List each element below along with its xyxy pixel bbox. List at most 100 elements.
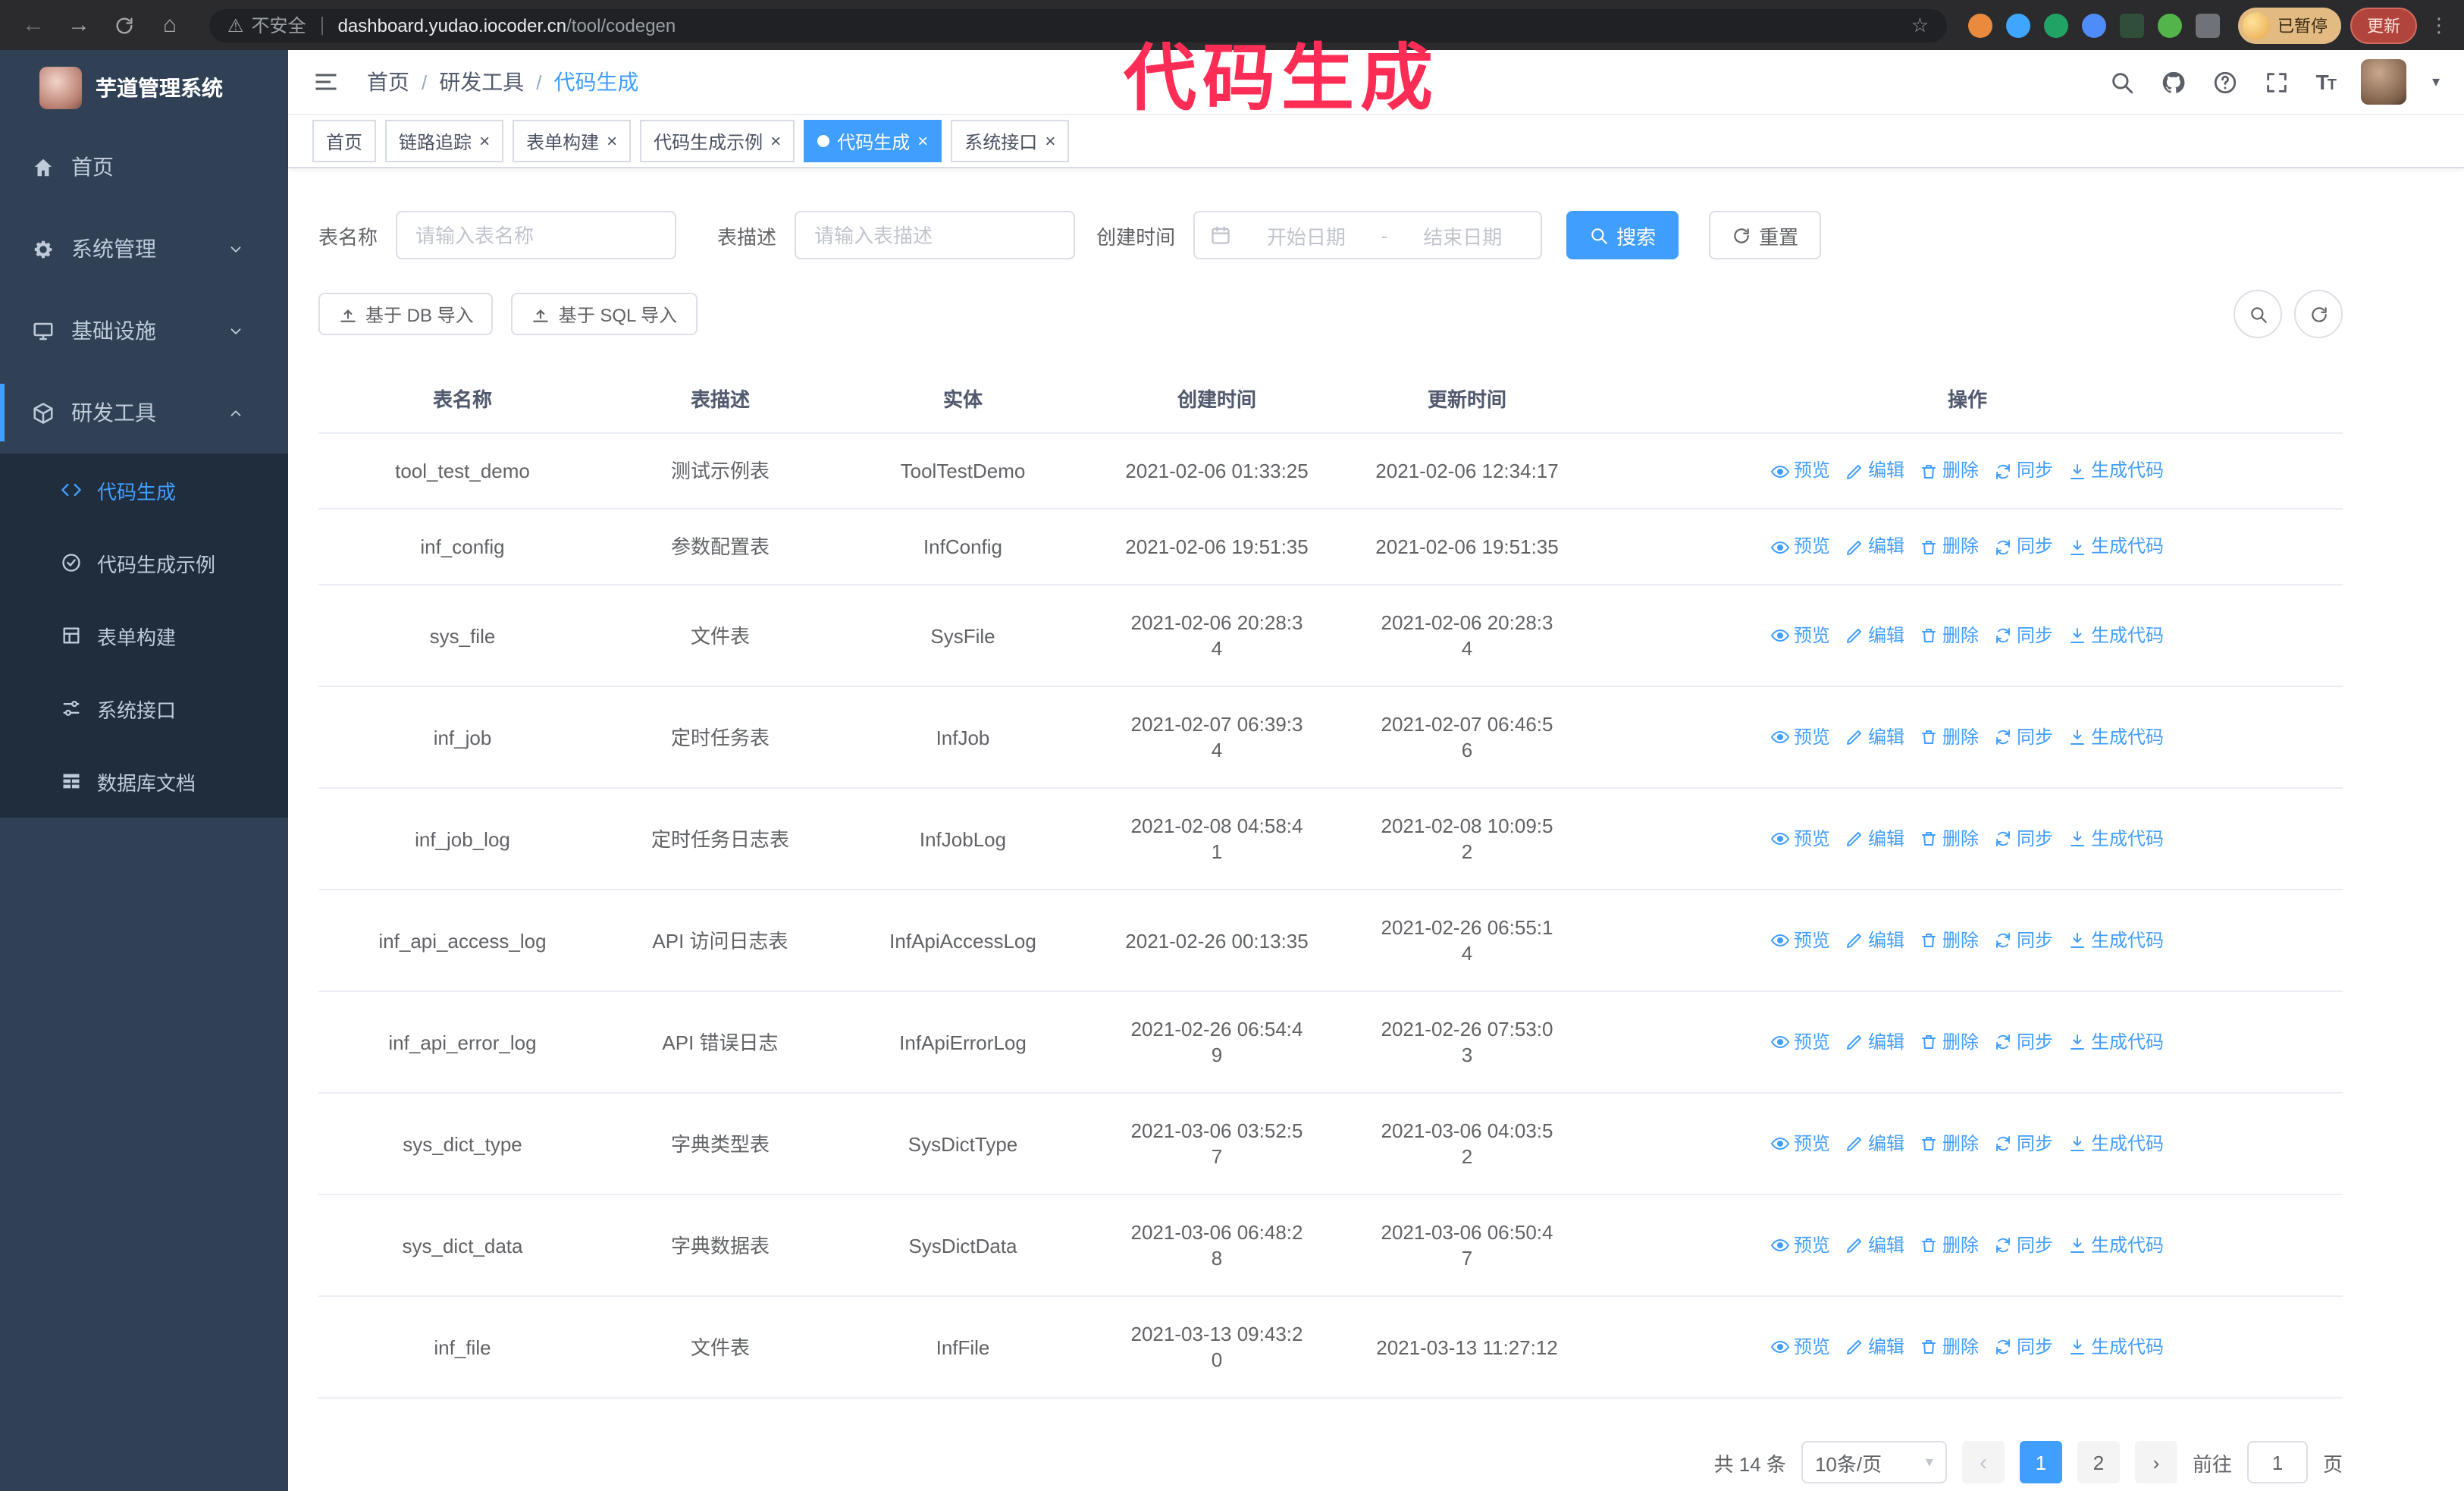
- puzzle-extensions-icon[interactable]: [2196, 13, 2220, 37]
- preview-link[interactable]: 预览: [1770, 1029, 1830, 1055]
- breadcrumb-dev-tools[interactable]: 研发工具: [439, 67, 524, 97]
- edit-link[interactable]: 编辑: [1845, 1029, 1904, 1055]
- toggle-search-button[interactable]: [2234, 290, 2282, 338]
- delete-link[interactable]: 删除: [1920, 1232, 1979, 1258]
- extension-icon-6[interactable]: [2158, 13, 2182, 37]
- extension-icon-2[interactable]: [2006, 13, 2030, 37]
- edit-link[interactable]: 编辑: [1845, 534, 1904, 560]
- preview-link[interactable]: 预览: [1770, 623, 1830, 648]
- preview-link[interactable]: 预览: [1770, 458, 1830, 484]
- edit-link[interactable]: 编辑: [1845, 724, 1904, 750]
- generate-code-link[interactable]: 生成代码: [2068, 534, 2164, 560]
- edit-link[interactable]: 编辑: [1845, 1334, 1904, 1360]
- fullscreen-icon[interactable]: [2265, 69, 2290, 95]
- sync-link[interactable]: 同步: [1994, 1232, 2053, 1258]
- sync-link[interactable]: 同步: [1994, 826, 2053, 852]
- view-tab[interactable]: 首页: [312, 120, 377, 162]
- refresh-table-button[interactable]: [2294, 290, 2343, 338]
- forward-icon[interactable]: →: [61, 7, 97, 43]
- delete-link[interactable]: 删除: [1920, 724, 1979, 750]
- import-sql-button[interactable]: 基于 SQL 导入: [511, 293, 698, 335]
- preview-link[interactable]: 预览: [1770, 724, 1830, 750]
- page-button-2[interactable]: 2: [2077, 1441, 2120, 1483]
- generate-code-link[interactable]: 生成代码: [2068, 1334, 2164, 1360]
- generate-code-link[interactable]: 生成代码: [2068, 1232, 2164, 1258]
- generate-code-link[interactable]: 生成代码: [2068, 1029, 2164, 1055]
- address-bar[interactable]: ⚠ 不安全 dashboard.yudao.iocoder.cn /tool/co…: [209, 8, 1947, 42]
- goto-page-input[interactable]: [2246, 1441, 2308, 1483]
- delete-link[interactable]: 删除: [1920, 623, 1979, 648]
- extension-icon-5[interactable]: [2120, 13, 2144, 37]
- browser-profile-chip[interactable]: 已暂停: [2238, 7, 2341, 43]
- app-logo[interactable]: 芋道管理系统: [0, 50, 288, 126]
- preview-link[interactable]: 预览: [1770, 534, 1830, 560]
- edit-link[interactable]: 编辑: [1845, 1131, 1904, 1157]
- view-tab[interactable]: 链路追踪 ×: [385, 120, 504, 162]
- font-size-icon[interactable]: TT: [2316, 70, 2337, 94]
- generate-code-link[interactable]: 生成代码: [2068, 826, 2164, 852]
- table-desc-input[interactable]: [795, 211, 1076, 259]
- edit-link[interactable]: 编辑: [1845, 623, 1904, 648]
- browser-menu-icon[interactable]: ⋮: [2429, 13, 2449, 37]
- edit-link[interactable]: 编辑: [1845, 458, 1904, 484]
- generate-code-link[interactable]: 生成代码: [2068, 1131, 2164, 1157]
- extension-icon-4[interactable]: [2082, 13, 2106, 37]
- sync-link[interactable]: 同步: [1994, 724, 2053, 750]
- home-nav-icon[interactable]: ⌂: [152, 7, 188, 43]
- delete-link[interactable]: 删除: [1920, 534, 1979, 560]
- sidebar-item-system-management[interactable]: 系统管理: [0, 208, 288, 290]
- delete-link[interactable]: 删除: [1920, 1131, 1979, 1157]
- tab-close-icon[interactable]: ×: [607, 132, 617, 150]
- import-db-button[interactable]: 基于 DB 导入: [318, 293, 494, 335]
- sidebar-item-system-api[interactable]: 系统接口: [0, 672, 288, 745]
- extension-icon-3[interactable]: [2044, 13, 2068, 37]
- sync-link[interactable]: 同步: [1994, 1334, 2053, 1360]
- sync-link[interactable]: 同步: [1994, 534, 2053, 560]
- page-size-select[interactable]: 10条/页 ▾: [1801, 1441, 1947, 1483]
- reload-icon[interactable]: [106, 7, 143, 43]
- delete-link[interactable]: 删除: [1920, 458, 1979, 484]
- sync-link[interactable]: 同步: [1994, 1131, 2053, 1157]
- tab-close-icon[interactable]: ×: [1045, 132, 1055, 150]
- prev-page-button[interactable]: ‹: [1961, 1441, 2005, 1483]
- reset-button[interactable]: 重置: [1709, 211, 1822, 259]
- view-tab[interactable]: 表单构建 ×: [513, 120, 632, 162]
- preview-link[interactable]: 预览: [1770, 826, 1830, 852]
- sync-link[interactable]: 同步: [1994, 458, 2053, 484]
- sync-link[interactable]: 同步: [1994, 928, 2053, 953]
- avatar-caret-icon[interactable]: ▾: [2432, 74, 2440, 90]
- preview-link[interactable]: 预览: [1770, 1334, 1830, 1360]
- sidebar-item-infrastructure[interactable]: 基础设施: [0, 290, 288, 372]
- user-avatar[interactable]: [2360, 59, 2406, 105]
- edit-link[interactable]: 编辑: [1845, 1232, 1904, 1258]
- collapse-sidebar-icon[interactable]: [312, 68, 340, 96]
- header-search-icon[interactable]: [2110, 69, 2136, 95]
- preview-link[interactable]: 预览: [1770, 928, 1830, 953]
- create-time-range-picker[interactable]: 开始日期 - 结束日期: [1193, 211, 1543, 259]
- table-name-input[interactable]: [396, 211, 677, 259]
- edit-link[interactable]: 编辑: [1845, 928, 1904, 953]
- sidebar-item-form-builder[interactable]: 表单构建: [0, 599, 288, 672]
- sidebar-item-db-docs[interactable]: 数据库文档: [0, 745, 288, 818]
- back-icon[interactable]: ←: [15, 7, 52, 43]
- sidebar-item-codegen-example[interactable]: 代码生成示例: [0, 526, 288, 599]
- sync-link[interactable]: 同步: [1994, 1029, 2053, 1055]
- delete-link[interactable]: 删除: [1920, 1334, 1979, 1360]
- tab-close-icon[interactable]: ×: [917, 132, 928, 150]
- sidebar-item-dev-tools[interactable]: 研发工具: [0, 372, 288, 454]
- help-icon[interactable]: [2213, 69, 2239, 95]
- preview-link[interactable]: 预览: [1770, 1131, 1830, 1157]
- search-button[interactable]: 搜索: [1566, 211, 1679, 259]
- sidebar-item-code-generation[interactable]: 代码生成: [0, 454, 288, 526]
- security-warning[interactable]: ⚠ 不安全: [227, 12, 306, 38]
- sidebar-item-home[interactable]: 首页: [0, 126, 288, 208]
- delete-link[interactable]: 删除: [1920, 928, 1979, 953]
- github-icon[interactable]: [2161, 69, 2187, 95]
- next-page-button[interactable]: ›: [2134, 1441, 2177, 1483]
- bookmark-star-icon[interactable]: ☆: [1911, 13, 1929, 37]
- extension-icon-1[interactable]: [1968, 13, 1992, 37]
- view-tab[interactable]: 代码生成示例 ×: [640, 120, 795, 162]
- edit-link[interactable]: 编辑: [1845, 826, 1904, 852]
- generate-code-link[interactable]: 生成代码: [2068, 928, 2164, 953]
- tab-close-icon[interactable]: ×: [479, 132, 490, 150]
